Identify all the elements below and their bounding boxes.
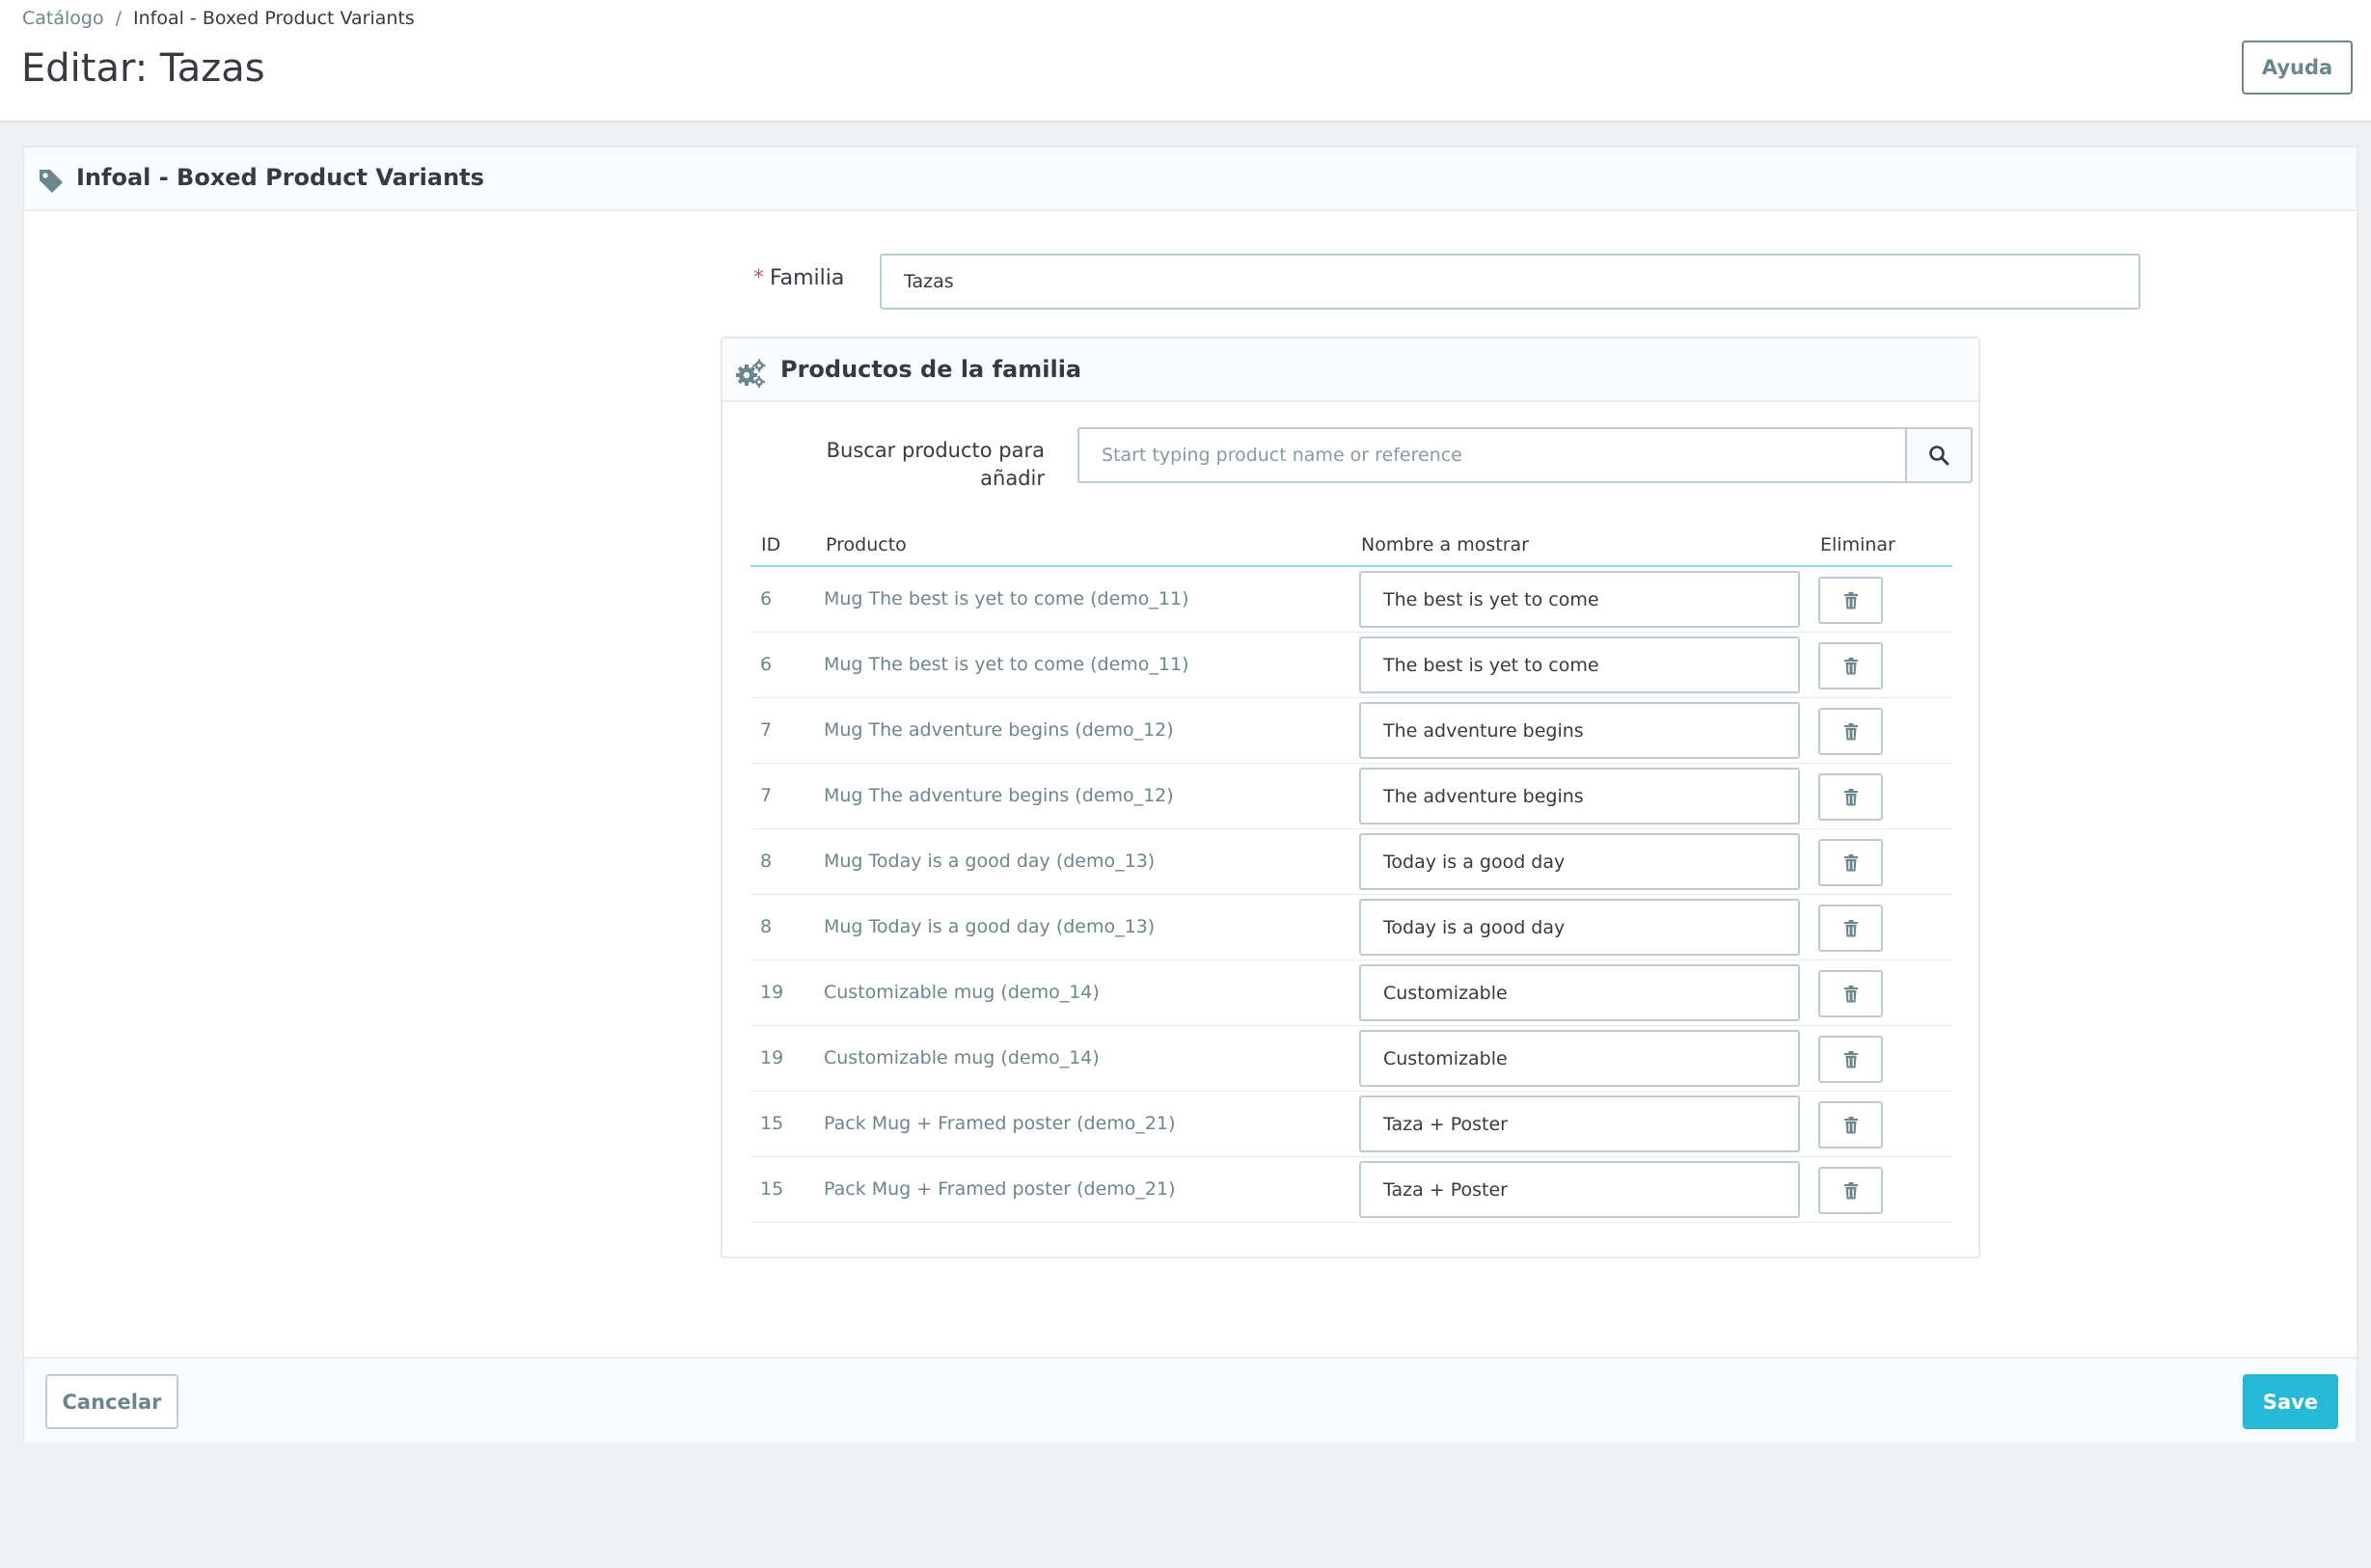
display-name-input[interactable] — [1359, 636, 1800, 693]
product-search-input[interactable] — [1077, 427, 1905, 483]
table-row: 15 Pack Mug + Framed poster (demo_21) — [750, 1157, 1952, 1223]
display-name-input[interactable] — [1359, 1095, 1800, 1152]
row-id: 6 — [760, 588, 773, 609]
column-header-delete: Eliminar — [1820, 534, 1895, 555]
row-product: Mug The best is yet to come (demo_11) — [824, 654, 1189, 675]
save-button[interactable]: Save — [2243, 1374, 2338, 1429]
trash-icon — [1843, 985, 1858, 1002]
table-row: 8 Mug Today is a good day (demo_13) — [750, 829, 1952, 895]
delete-row-button[interactable] — [1818, 708, 1883, 755]
display-name-input[interactable] — [1359, 899, 1800, 956]
table-row: 8 Mug Today is a good day (demo_13) — [750, 895, 1952, 960]
row-product: Mug Today is a good day (demo_13) — [824, 851, 1156, 872]
breadcrumb: Catálogo / Infoal - Boxed Product Variants — [22, 8, 415, 29]
help-button[interactable]: Ayuda — [2242, 41, 2353, 95]
table-row: 19 Customizable mug (demo_14) — [750, 960, 1952, 1026]
display-name-input[interactable] — [1359, 833, 1800, 890]
family-input[interactable] — [880, 254, 2140, 310]
delete-row-button[interactable] — [1818, 1101, 1883, 1149]
table-row: 6 Mug The best is yet to come (demo_11) — [750, 633, 1952, 698]
cancel-button[interactable]: Cancelar — [45, 1374, 178, 1429]
row-id: 7 — [760, 719, 773, 741]
row-product: Pack Mug + Framed poster (demo_21) — [824, 1113, 1176, 1134]
trash-icon — [1843, 1181, 1858, 1199]
panel-header: Infoal - Boxed Product Variants — [24, 148, 2357, 211]
trash-icon — [1843, 1050, 1858, 1068]
breadcrumb-catalog-link[interactable]: Catálogo — [22, 8, 104, 29]
delete-row-button[interactable] — [1818, 577, 1883, 624]
table-row: 7 Mug The adventure begins (demo_12) — [750, 698, 1952, 764]
cogs-icon — [736, 359, 766, 388]
row-id: 7 — [760, 785, 773, 806]
display-name-input[interactable] — [1359, 1161, 1800, 1218]
search-icon — [1929, 446, 1949, 466]
family-label-text: Familia — [770, 266, 845, 290]
delete-row-button[interactable] — [1818, 1167, 1883, 1214]
display-name-input[interactable] — [1359, 768, 1800, 825]
display-name-input[interactable] — [1359, 571, 1800, 628]
breadcrumb-current: Infoal - Boxed Product Variants — [133, 8, 415, 29]
row-id: 8 — [760, 851, 773, 872]
column-header-display-name: Nombre a mostrar — [1361, 534, 1529, 555]
table-row: 6 Mug The best is yet to come (demo_11) — [750, 567, 1952, 633]
row-product: Mug The best is yet to come (demo_11) — [824, 588, 1189, 609]
trash-icon — [1843, 657, 1858, 674]
column-header-id: ID — [761, 534, 781, 555]
display-name-input[interactable] — [1359, 964, 1800, 1021]
trash-icon — [1843, 1116, 1858, 1133]
tag-icon — [40, 170, 63, 193]
row-id: 8 — [760, 916, 773, 937]
delete-row-button[interactable] — [1818, 905, 1883, 952]
panel-footer: Cancelar Save — [24, 1357, 2357, 1443]
row-id: 15 — [760, 1178, 784, 1200]
display-name-input[interactable] — [1359, 702, 1800, 759]
row-id: 19 — [760, 982, 784, 1003]
delete-row-button[interactable] — [1818, 1036, 1883, 1083]
row-product: Mug The adventure begins (demo_12) — [824, 719, 1174, 741]
family-products-panel: Productos de la familia Buscar producto … — [721, 337, 1980, 1258]
table-row: 15 Pack Mug + Framed poster (demo_21) — [750, 1092, 1952, 1157]
row-product: Pack Mug + Framed poster (demo_21) — [824, 1178, 1176, 1200]
search-button[interactable] — [1905, 427, 1973, 483]
breadcrumb-separator: / — [115, 8, 122, 29]
trash-icon — [1843, 853, 1858, 871]
row-product: Customizable mug (demo_14) — [824, 1047, 1100, 1068]
panel-title: Infoal - Boxed Product Variants — [76, 164, 484, 191]
table-row: 19 Customizable mug (demo_14) — [750, 1026, 1952, 1092]
trash-icon — [1843, 919, 1858, 936]
trash-icon — [1843, 722, 1858, 740]
page-title: Editar: Tazas — [21, 46, 265, 91]
trash-icon — [1843, 788, 1858, 805]
module-panel: Infoal - Boxed Product Variants * Familia — [22, 146, 2358, 1443]
row-product: Customizable mug (demo_14) — [824, 982, 1100, 1003]
row-product: Mug The adventure begins (demo_12) — [824, 785, 1174, 806]
row-id: 6 — [760, 654, 773, 675]
row-id: 15 — [760, 1113, 784, 1134]
delete-row-button[interactable] — [1818, 970, 1883, 1017]
family-label: * Familia — [753, 266, 844, 290]
trash-icon — [1843, 591, 1858, 608]
table-row: 7 Mug The adventure begins (demo_12) — [750, 764, 1952, 829]
row-id: 19 — [760, 1047, 784, 1068]
family-products-title: Productos de la familia — [780, 356, 1082, 383]
required-mark: * — [753, 266, 764, 290]
display-name-input[interactable] — [1359, 1030, 1800, 1087]
delete-row-button[interactable] — [1818, 773, 1883, 821]
family-products-header: Productos de la familia — [722, 338, 1978, 402]
column-header-product: Producto — [826, 534, 907, 555]
delete-row-button[interactable] — [1818, 642, 1883, 689]
search-label: Buscar producto para añadir — [826, 439, 1045, 490]
row-product: Mug Today is a good day (demo_13) — [824, 916, 1156, 937]
delete-row-button[interactable] — [1818, 839, 1883, 886]
page-header: Catálogo / Infoal - Boxed Product Variants… — [0, 0, 2371, 122]
